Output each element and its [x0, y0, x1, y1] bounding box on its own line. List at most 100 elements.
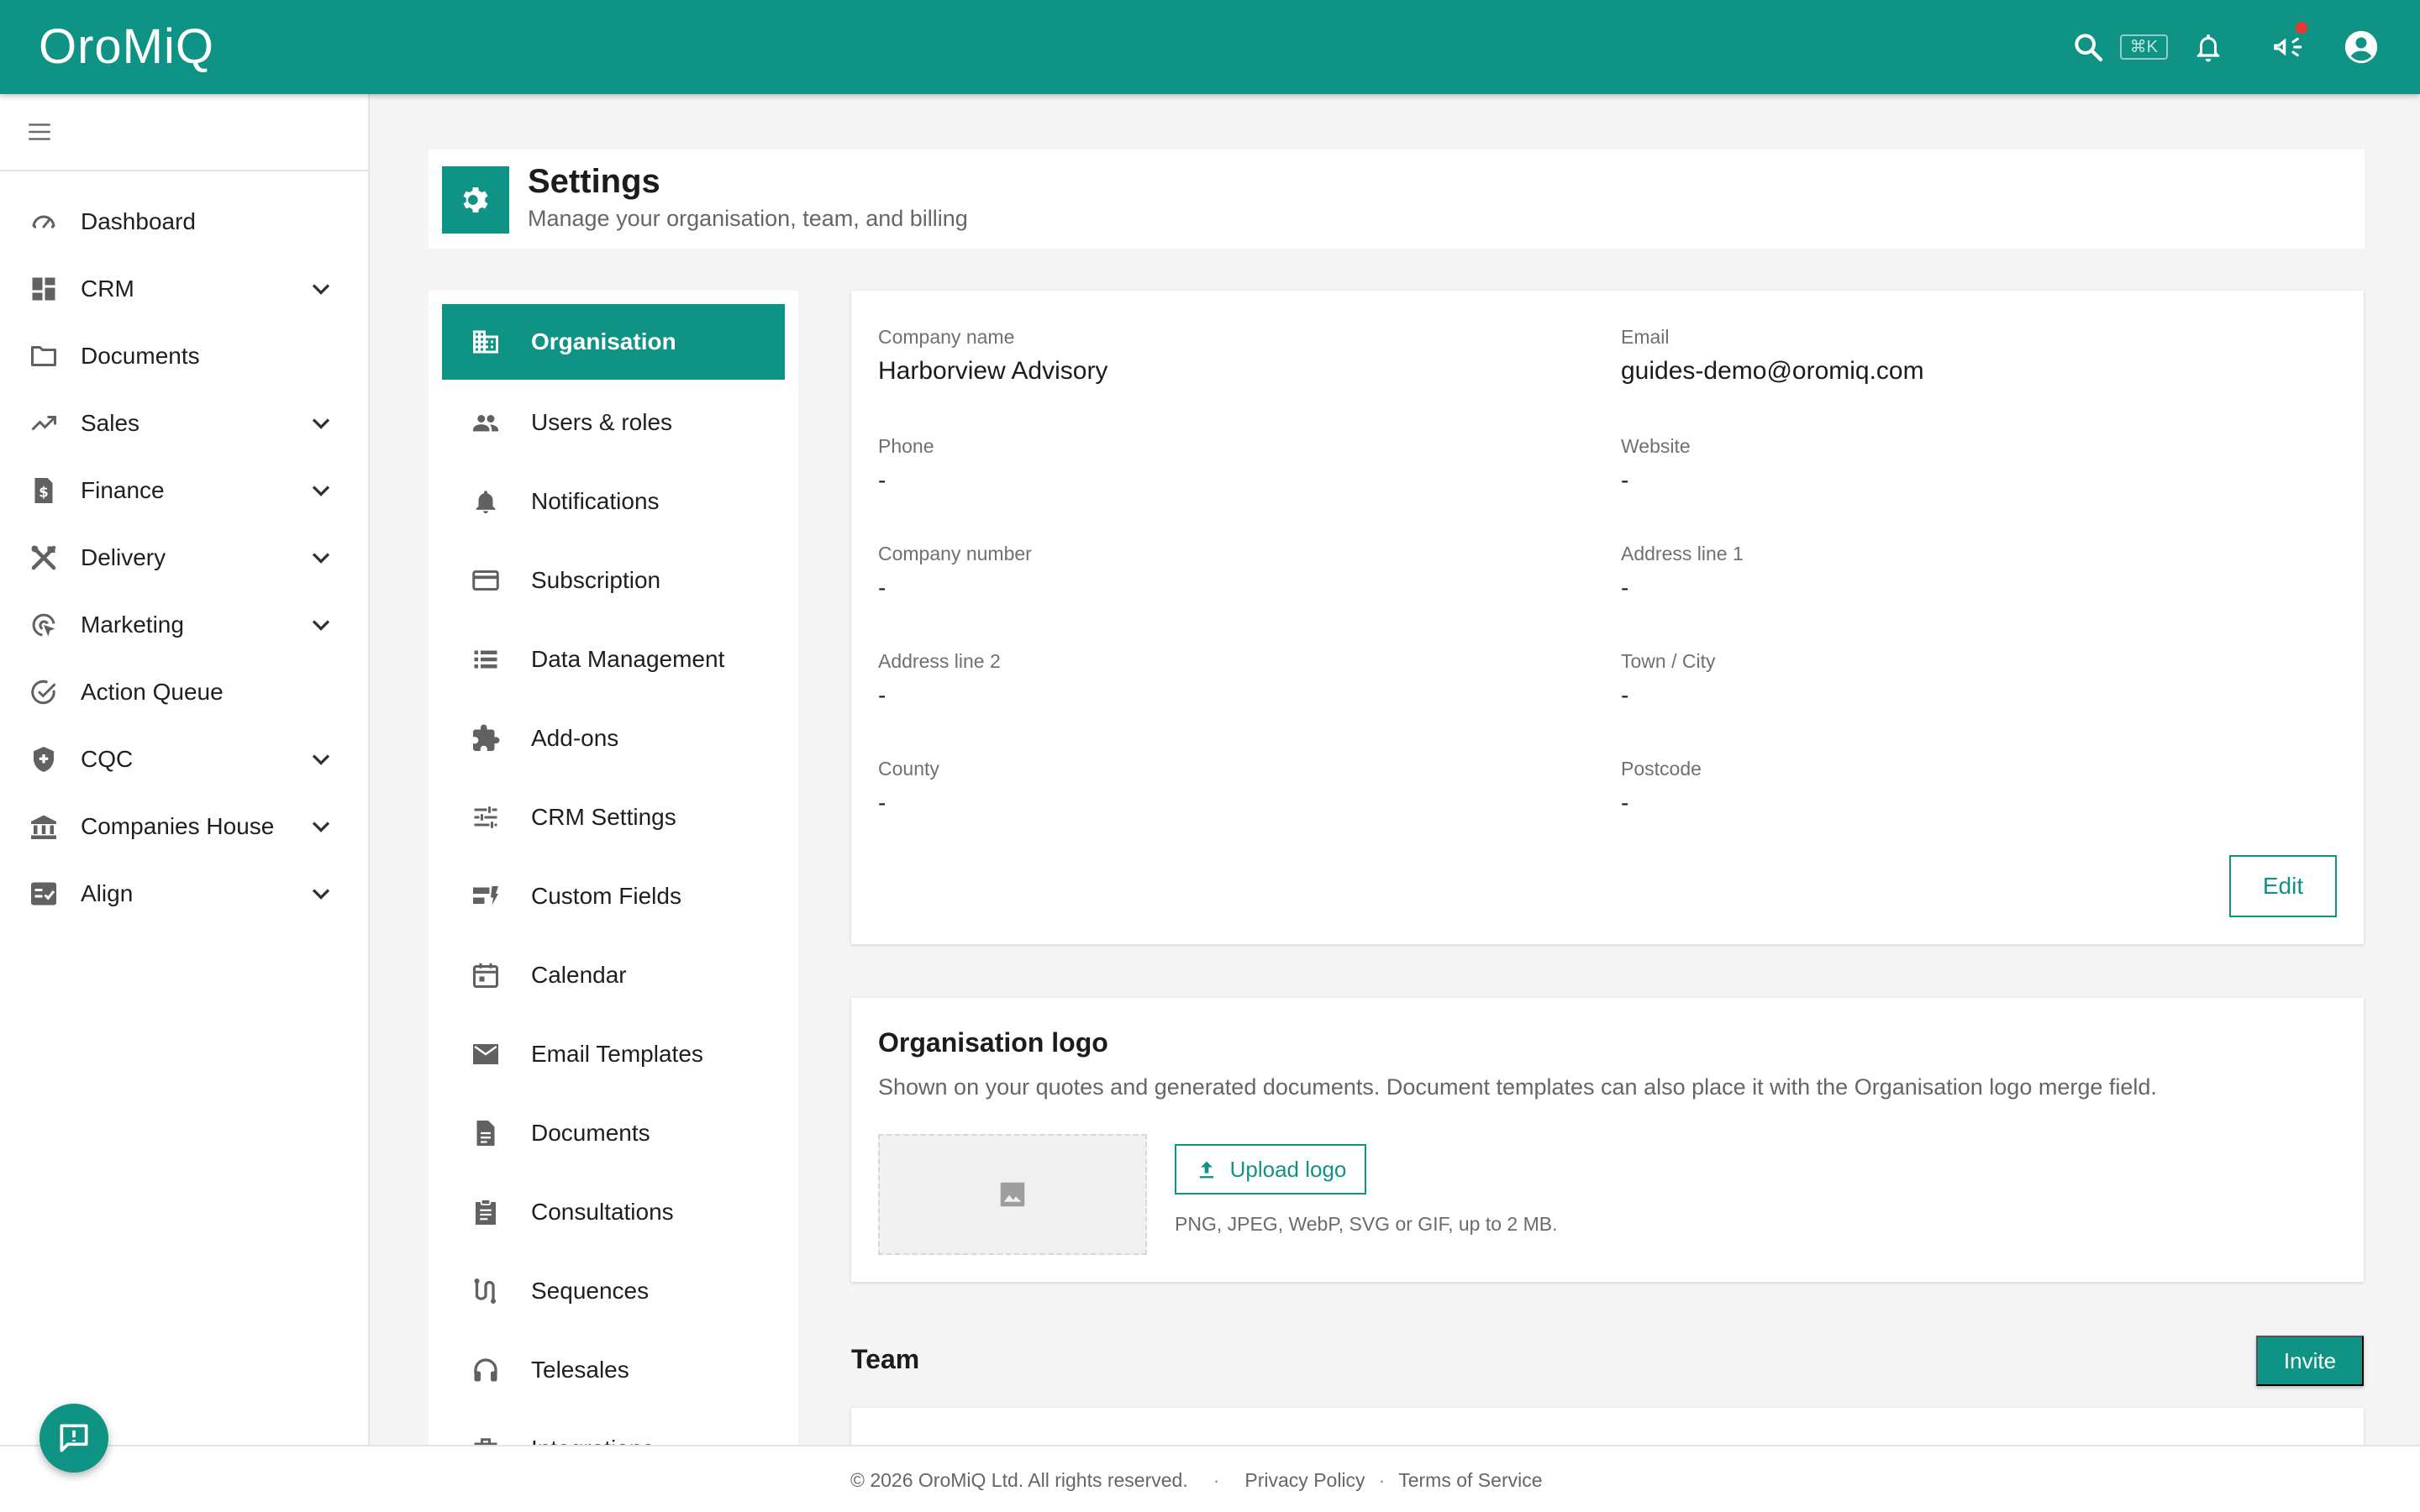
page-header: Settings Manage your organisation, team,…	[429, 150, 2365, 249]
invite-button[interactable]: Invite	[2256, 1336, 2364, 1386]
terms-of-service-link[interactable]: Terms of Service	[1398, 1469, 1542, 1492]
settings-nav-email-templates[interactable]: Email Templates	[442, 1015, 785, 1094]
sidebar-item-finance[interactable]: $ Finance	[0, 457, 368, 524]
sidebar-item-crm[interactable]: CRM	[0, 255, 368, 323]
chevron-down-icon[interactable]	[306, 274, 336, 304]
chevron-down-icon[interactable]	[306, 879, 336, 909]
sidebar-item-delivery[interactable]: Delivery	[0, 524, 368, 591]
puzzle-icon	[469, 722, 502, 755]
settings-nav-subscription[interactable]: Subscription	[442, 541, 785, 620]
chevron-down-icon[interactable]	[306, 408, 336, 438]
feedback-button[interactable]	[39, 1404, 108, 1473]
calendar-icon	[469, 958, 502, 992]
settings-nav-label: Consultations	[531, 1199, 674, 1225]
chevron-down-icon[interactable]	[306, 543, 336, 573]
document-icon	[469, 1116, 502, 1150]
field-value: -	[878, 467, 886, 493]
search-icon[interactable]	[2063, 22, 2113, 72]
target-cursor-icon	[27, 608, 60, 642]
settings-nav-add-ons[interactable]: Add-ons	[442, 699, 785, 778]
sidebar-item-label: Marketing	[81, 612, 184, 638]
upload-logo-button[interactable]: Upload logo	[1175, 1144, 1366, 1194]
sidebar-item-align[interactable]: Align	[0, 860, 368, 927]
settings-nav-calendar[interactable]: Calendar	[442, 936, 785, 1015]
shield-plus-icon	[27, 743, 60, 776]
settings-nav-organisation[interactable]: Organisation	[442, 304, 785, 380]
field-label: Website	[1621, 435, 1691, 457]
sidebar-item-label: Sales	[81, 410, 140, 436]
privacy-policy-link[interactable]: Privacy Policy	[1244, 1469, 1365, 1492]
folder-icon	[27, 339, 60, 373]
sidebar-item-companies-house[interactable]: Companies House	[0, 793, 368, 860]
team-section-title: Team	[851, 1344, 920, 1374]
settings-nav-label: Telesales	[531, 1357, 629, 1383]
invoice-icon: $	[27, 474, 60, 507]
logo-placeholder	[878, 1134, 1147, 1255]
sidebar-item-label: Dashboard	[81, 208, 196, 234]
sidebar-item-action-queue[interactable]: Action Queue	[0, 659, 368, 726]
footer-copyright: © 2026 OroMiQ Ltd. All rights reserved.	[850, 1468, 1188, 1491]
field-label: Town / City	[1621, 650, 1716, 672]
field-address-line-1: Address line 1 -	[1621, 541, 1744, 605]
sidebar-item-dashboard[interactable]: Dashboard	[0, 188, 368, 255]
trending-up-icon	[27, 407, 60, 440]
chevron-down-icon[interactable]	[306, 811, 336, 842]
field-value: -	[1621, 682, 1629, 708]
sidebar-item-label: CQC	[81, 746, 134, 772]
building-icon	[469, 325, 502, 359]
settings-nav-label: Add-ons	[531, 725, 619, 751]
settings-nav-consultations[interactable]: Consultations	[442, 1173, 785, 1252]
dashboard-grid-icon	[27, 272, 60, 306]
settings-nav-label: Data Management	[531, 646, 725, 672]
sidebar-item-cqc[interactable]: CQC	[0, 726, 368, 793]
field-label: Company number	[878, 543, 1032, 564]
field-address-line-2: Address line 2 -	[878, 648, 1001, 712]
credit-card-icon	[469, 564, 502, 597]
settings-nav-documents[interactable]: Documents	[442, 1094, 785, 1173]
check-circle-icon	[27, 675, 60, 709]
settings-nav-notifications[interactable]: Notifications	[442, 462, 785, 541]
announcements-icon[interactable]	[2262, 22, 2312, 72]
main-sidebar: Dashboard CRM Documents Sales $ Finance …	[0, 94, 370, 1512]
chevron-down-icon[interactable]	[306, 475, 336, 506]
organisation-details-card: Company name Harborview Advisory Email g…	[851, 291, 2364, 944]
account-icon[interactable]	[2336, 22, 2386, 72]
footer-separator: ·	[1378, 1468, 1386, 1491]
field-label: Phone	[878, 435, 934, 457]
sidebar-item-label: Companies House	[81, 813, 275, 839]
sidebar-item-marketing[interactable]: Marketing	[0, 591, 368, 659]
sidebar-item-documents[interactable]: Documents	[0, 323, 368, 390]
notification-dot	[2296, 22, 2307, 34]
bell-icon	[469, 485, 502, 518]
top-app-bar: OroMiQ ⌘K	[0, 0, 2420, 94]
speedometer-icon	[27, 205, 60, 239]
edit-button[interactable]: Edit	[2229, 855, 2337, 917]
settings-nav-users-roles[interactable]: Users & roles	[442, 383, 785, 462]
upload-logo-label: Upload logo	[1229, 1156, 1347, 1182]
chat-feedback-icon	[60, 1424, 88, 1452]
image-icon	[1000, 1182, 1025, 1207]
settings-nav-telesales[interactable]: Telesales	[442, 1331, 785, 1410]
settings-nav-integrations[interactable]: Integrations	[442, 1410, 785, 1450]
field-value: -	[1621, 575, 1629, 601]
settings-nav-sequences[interactable]: Sequences	[442, 1252, 785, 1331]
field-website: Website -	[1621, 433, 1691, 497]
search-shortcut-hint: ⌘K	[2119, 34, 2168, 60]
settings-nav-crm-settings[interactable]: CRM Settings	[442, 778, 785, 857]
sliders-icon	[469, 801, 502, 834]
field-phone: Phone -	[878, 433, 934, 497]
settings-nav-label: Users & roles	[531, 409, 673, 435]
settings-nav-label: Organisation	[531, 328, 676, 354]
hamburger-icon[interactable]	[25, 118, 54, 146]
brand-logo[interactable]: OroMiQ	[39, 18, 214, 76]
settings-nav-custom-fields[interactable]: Custom Fields	[442, 857, 785, 936]
chevron-down-icon[interactable]	[306, 744, 336, 774]
field-company-name: Company name Harborview Advisory	[878, 324, 1107, 388]
field-label: Address line 1	[1621, 543, 1744, 564]
settings-nav-label: Notifications	[531, 488, 660, 514]
settings-nav-data-management[interactable]: Data Management	[442, 620, 785, 699]
route-icon	[469, 1274, 502, 1308]
bell-icon[interactable]	[2183, 22, 2233, 72]
sidebar-item-sales[interactable]: Sales	[0, 390, 368, 457]
chevron-down-icon[interactable]	[306, 610, 336, 640]
